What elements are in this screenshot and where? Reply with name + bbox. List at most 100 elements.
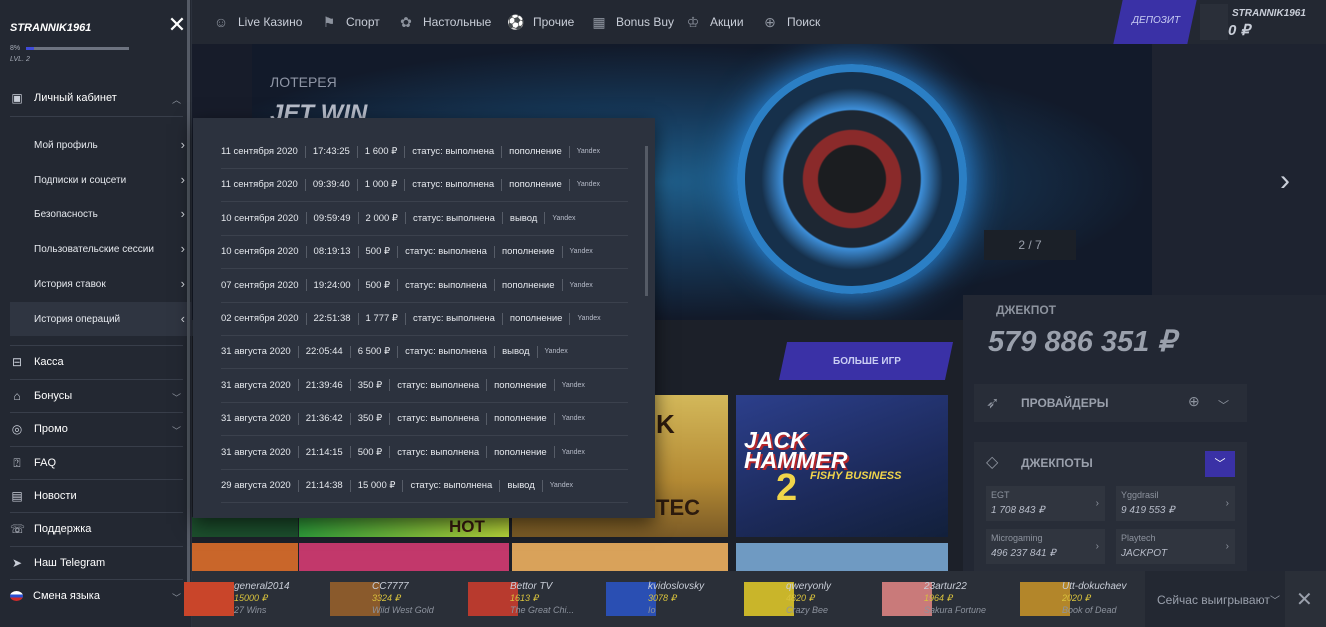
separator bbox=[304, 145, 306, 158]
header-balance: 0 ₽ bbox=[1228, 22, 1251, 39]
sidebar-item-operations-history[interactable]: История операций ‹ bbox=[10, 302, 193, 336]
nav-live-casino[interactable]: ☺ Live Казино bbox=[212, 10, 303, 34]
separator bbox=[305, 212, 307, 225]
jackpots-label: ДЖЕКПОТЫ bbox=[1021, 456, 1093, 470]
sidebar-item-cashier[interactable]: ⊟ Касса bbox=[10, 345, 183, 379]
separator bbox=[297, 412, 299, 425]
separator bbox=[402, 479, 404, 492]
providers-dropdown[interactable] bbox=[974, 384, 1247, 422]
slide-counter: 2 / 7 bbox=[984, 230, 1076, 260]
more-games-label[interactable]: БОЛЬШЕ ИГР bbox=[833, 356, 901, 367]
separator bbox=[397, 245, 399, 258]
winner-name: general2014 bbox=[234, 581, 290, 592]
operation-type: пополнение bbox=[501, 246, 555, 258]
separator bbox=[561, 279, 563, 292]
operation-status: статус: выполнена bbox=[405, 346, 488, 358]
nav-promotions[interactable]: ♔ Акции bbox=[684, 10, 744, 34]
operation-date: 31 августа 2020 bbox=[221, 446, 291, 458]
sidebar-item-label: Пользовательские сессии bbox=[34, 243, 154, 255]
game-tile[interactable] bbox=[299, 543, 509, 571]
avatar[interactable] bbox=[1200, 4, 1228, 40]
nav-other[interactable]: ⚽ Прочие bbox=[507, 10, 574, 34]
game-tile[interactable] bbox=[192, 543, 298, 571]
table-row: 10 сентября 2020 09:59:49 2 000 ₽ статус: в… bbox=[221, 202, 628, 236]
separator bbox=[501, 212, 503, 225]
now-winning-label[interactable]: Сейчас выигрывают bbox=[1157, 593, 1270, 607]
operation-bank: Yandex bbox=[561, 448, 585, 456]
sidebar-item-label: Личный кабинет bbox=[34, 92, 117, 104]
jackpot-item[interactable]: Microgaming 496 237 841 ₽ › bbox=[986, 529, 1105, 564]
jackpot-item[interactable]: Yggdrasil 9 419 553 ₽ › bbox=[1116, 486, 1235, 521]
sidebar-item-bet-history[interactable]: История ставок › bbox=[10, 267, 193, 301]
gift-icon: ▦ bbox=[592, 14, 606, 30]
game-tile-hot[interactable]: HOT bbox=[299, 517, 509, 537]
game-tile[interactable] bbox=[192, 517, 298, 537]
sidebar-item-sessions[interactable]: Пользовательские сессии › bbox=[10, 232, 193, 266]
sidebar-item-telegram[interactable]: ➤ Наш Telegram bbox=[10, 546, 183, 580]
level-progress-bar bbox=[26, 47, 129, 50]
news-icon: ▤ bbox=[11, 489, 23, 503]
nav-label: Настольные bbox=[423, 15, 492, 29]
operation-status: статус: выполнена bbox=[405, 246, 487, 258]
popup-scrollbar[interactable] bbox=[645, 146, 648, 296]
close-icon[interactable]: ✕ bbox=[1296, 587, 1313, 612]
sidebar-item-security[interactable]: Безопасность › bbox=[10, 197, 193, 231]
operation-amount: 1 000 ₽ bbox=[364, 179, 398, 191]
sidebar-item-support[interactable]: ☏ Поддержка bbox=[10, 512, 183, 546]
nav-search[interactable]: ⊕ Поиск bbox=[761, 10, 820, 34]
sidebar-item-cabinet[interactable]: ▣ Личный кабинет ︿ bbox=[10, 81, 183, 115]
chevron-down-icon: ﹀ bbox=[171, 593, 181, 603]
sidebar-item-label: Наш Telegram bbox=[34, 557, 106, 569]
chevron-down-icon[interactable]: ﹀ bbox=[1205, 451, 1235, 477]
search-icon[interactable]: ⊕ bbox=[1188, 393, 1200, 410]
winner-game: Sakura Fortune bbox=[924, 605, 987, 615]
sidebar-item-language[interactable]: Смена языка ﹀ bbox=[10, 579, 183, 613]
chevron-down-icon: ﹀ bbox=[171, 393, 181, 403]
operation-time: 08:19:13 bbox=[313, 246, 351, 258]
sidebar-item-bonuses[interactable]: ⌂ Бонусы ﹀ bbox=[10, 379, 183, 413]
operation-date: 29 августа 2020 bbox=[221, 480, 291, 491]
operation-status: статус: выполнена bbox=[412, 179, 495, 191]
jackpot-item[interactable]: Playtech JACKPOT › bbox=[1116, 529, 1235, 564]
nav-bonus-buy[interactable]: ▦ Bonus Buy bbox=[590, 10, 674, 34]
sidebar-item-label: История ставок bbox=[34, 278, 106, 290]
jackpot-item[interactable]: EGT 1 708 843 ₽ › bbox=[986, 486, 1105, 521]
nav-table-games[interactable]: ✿ Настольные bbox=[397, 10, 491, 34]
chevron-right-icon[interactable]: › bbox=[1280, 164, 1290, 198]
winner-game-thumbnail[interactable] bbox=[184, 582, 234, 616]
sidebar-item-label: Подписки и соцсети bbox=[34, 174, 127, 186]
sidebar-item-faq[interactable]: ⍰ FAQ bbox=[10, 446, 183, 480]
operation-type: вывод bbox=[509, 212, 538, 224]
game-tile-jack-hammer-2[interactable]: JACK HAMMER 2 FISHY BUSINESS bbox=[736, 395, 948, 537]
chevron-down-icon[interactable]: ﹀ bbox=[1270, 592, 1280, 607]
deposit-label[interactable]: ДЕПОЗИТ bbox=[1132, 15, 1180, 26]
operation-status: статус: выполнена bbox=[397, 413, 480, 425]
operation-bank: Yandex bbox=[544, 348, 568, 356]
operation-date: 31 августа 2020 bbox=[221, 346, 291, 358]
sidebar-item-subscriptions[interactable]: Подписки и соцсети › bbox=[10, 163, 193, 197]
close-icon[interactable]: ✕ bbox=[166, 14, 188, 36]
divider bbox=[10, 116, 183, 117]
operation-amount: 500 ₽ bbox=[357, 446, 383, 458]
nav-sport[interactable]: ⚑ Спорт bbox=[320, 10, 380, 34]
game-tile[interactable] bbox=[512, 543, 728, 571]
sidebar-scrollbar[interactable] bbox=[187, 0, 190, 590]
sidebar-item-label: Смена языка bbox=[33, 590, 100, 602]
game-title-number: 2 bbox=[776, 467, 798, 509]
table-row: 31 августа 2020 21:14:15 500 ₽ статус: выпо… bbox=[221, 436, 628, 470]
game-tile[interactable] bbox=[736, 543, 948, 571]
sidebar-item-news[interactable]: ▤ Новости bbox=[10, 479, 183, 513]
separator bbox=[536, 345, 538, 358]
winner-amount: 1613 ₽ bbox=[510, 593, 539, 603]
sidebar-item-profile[interactable]: Мой профиль › bbox=[10, 128, 193, 162]
table-row: 31 августа 2020 21:39:46 350 ₽ статус: выпо… bbox=[221, 369, 628, 403]
jackpot-label: ДЖЕКПОТ bbox=[996, 303, 1057, 317]
winner-name: CC7777 bbox=[372, 581, 409, 592]
sidebar-item-label: Новости bbox=[34, 490, 77, 502]
operation-type: пополнение bbox=[494, 379, 547, 391]
winner-game: Wild West Gold bbox=[372, 605, 434, 615]
chevron-down-icon[interactable]: ﹀ bbox=[1218, 397, 1229, 413]
chevron-right-icon: › bbox=[1225, 541, 1229, 552]
sidebar-item-promo[interactable]: ◎ Промо ﹀ bbox=[10, 412, 183, 446]
separator bbox=[349, 345, 351, 358]
